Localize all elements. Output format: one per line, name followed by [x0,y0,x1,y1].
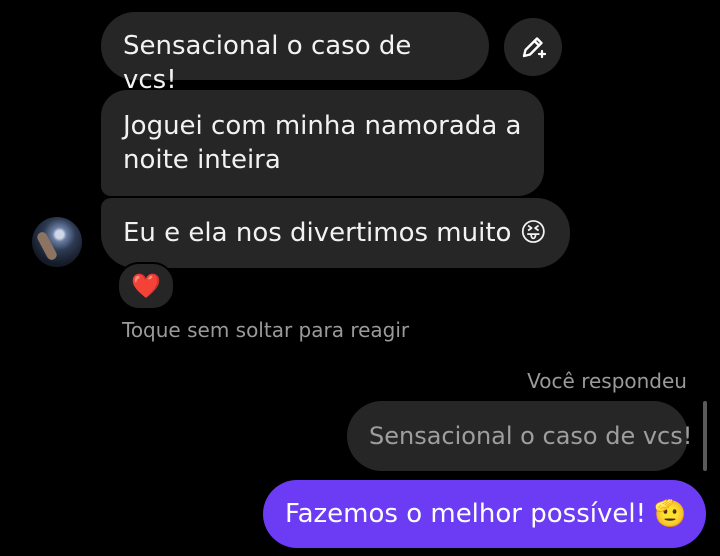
quoted-message[interactable]: Sensacional o caso de vcs! [347,401,692,471]
message-text: Sensacional o caso de vcs! [123,31,412,95]
avatar[interactable] [32,217,82,267]
reply-indicator-bar [703,401,707,471]
message-bubble-3[interactable]: Eu e ela nos divertimos muito 😝 [101,198,570,268]
message-bubble-2[interactable]: Joguei com minha namorada a noite inteir… [101,90,544,196]
emoji-tongue: 😝 [519,218,547,248]
reaction-heart[interactable]: ❤️ [117,262,175,310]
heart-icon: ❤️ [131,272,161,300]
message-bubble-1[interactable]: Sensacional o caso de vcs! [101,12,489,95]
react-hint: Toque sem soltar para reagir [122,318,410,342]
message-text: Fazemos o melhor possível! [285,499,647,529]
my-message-bubble[interactable]: Fazemos o melhor possível! 🫡 [263,480,706,548]
reply-label: Você respondeu [527,369,687,393]
message-text: Eu e ela nos divertimos muito [123,218,512,248]
emoji-salute: 🫡 [654,499,687,529]
message-text: Joguei com minha namorada a noite inteir… [123,111,522,175]
edit-button[interactable] [504,18,562,76]
edit-sparkle-icon [522,37,547,59]
